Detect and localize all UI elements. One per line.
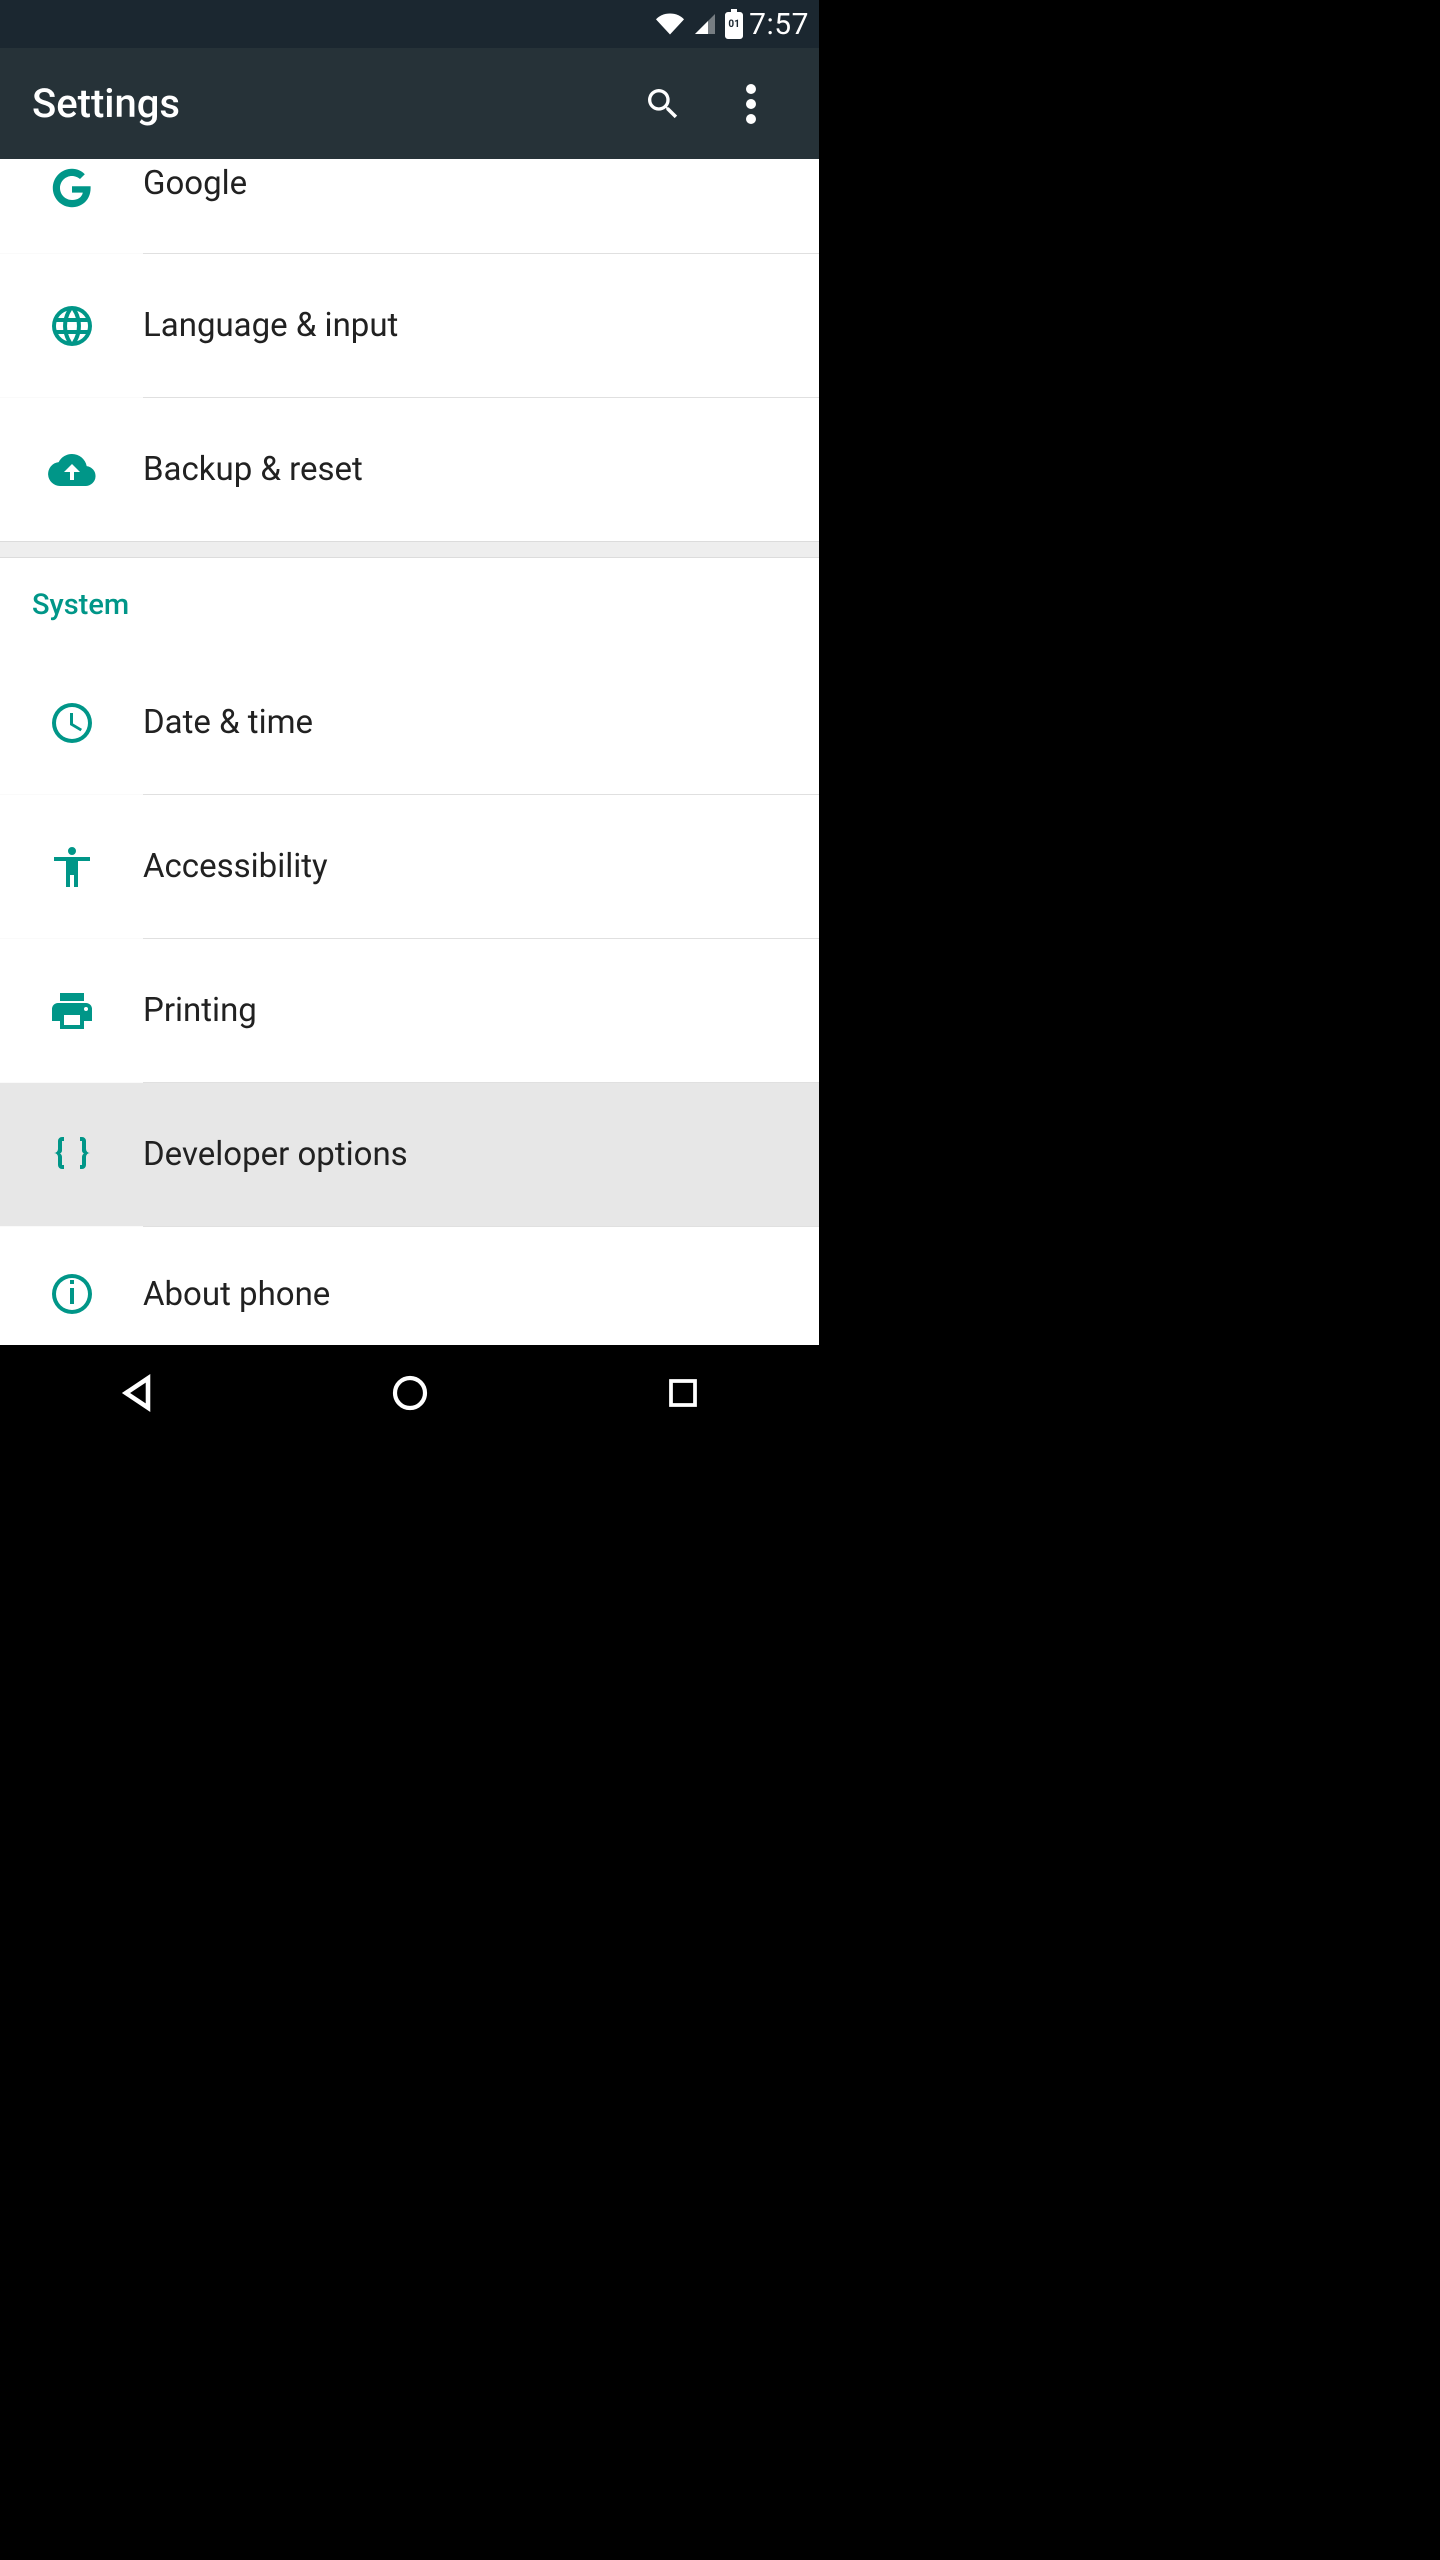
accessibility-icon [0, 795, 143, 938]
section-header-system: System [0, 558, 819, 651]
more-vert-icon [746, 84, 756, 124]
cellular-icon [691, 12, 719, 36]
settings-item-label: About phone [143, 1275, 819, 1314]
search-button[interactable] [619, 60, 707, 148]
nav-back-button[interactable] [67, 1358, 207, 1428]
settings-item-label: Accessibility [143, 847, 819, 886]
search-icon [643, 84, 683, 124]
nav-recents-button[interactable] [613, 1358, 753, 1428]
recents-icon [665, 1375, 701, 1411]
page-title: Settings [32, 80, 619, 127]
clock-icon [0, 651, 143, 794]
nav-home-button[interactable] [340, 1358, 480, 1428]
settings-item-developer-options[interactable]: Developer options [0, 1083, 819, 1226]
battery-text: 01 [728, 19, 739, 30]
settings-item-accessibility[interactable]: Accessibility [0, 795, 819, 938]
status-time: 7:57 [749, 7, 809, 42]
settings-item-label: Printing [143, 991, 819, 1030]
settings-item-date-time[interactable]: Date & time [0, 651, 819, 794]
settings-item-google[interactable]: Google [0, 159, 819, 253]
section-label: System [32, 588, 129, 622]
settings-item-language[interactable]: Language & input [0, 254, 819, 397]
section-divider [0, 541, 819, 558]
navigation-bar [0, 1345, 819, 1440]
google-icon [0, 164, 143, 253]
info-icon [0, 1227, 143, 1360]
settings-item-label: Backup & reset [143, 450, 819, 489]
cloud-upload-icon [0, 398, 143, 541]
home-icon [390, 1373, 430, 1413]
settings-item-label: Developer options [143, 1135, 819, 1174]
globe-icon [0, 254, 143, 397]
back-icon [115, 1371, 159, 1415]
print-icon [0, 939, 143, 1082]
wifi-icon [653, 10, 687, 38]
settings-item-about-phone[interactable]: About phone [0, 1227, 819, 1360]
settings-item-backup[interactable]: Backup & reset [0, 398, 819, 541]
settings-item-printing[interactable]: Printing [0, 939, 819, 1082]
settings-item-label: Google [143, 164, 819, 203]
status-bar: 01 7:57 [0, 0, 819, 48]
battery-icon: 01 [723, 9, 745, 39]
settings-item-label: Date & time [143, 703, 819, 742]
settings-list[interactable]: Google Language & input Backup & reset S… [0, 159, 819, 1360]
settings-item-label: Language & input [143, 306, 819, 345]
app-bar: Settings [0, 48, 819, 159]
braces-icon [0, 1083, 143, 1226]
overflow-menu-button[interactable] [707, 60, 795, 148]
